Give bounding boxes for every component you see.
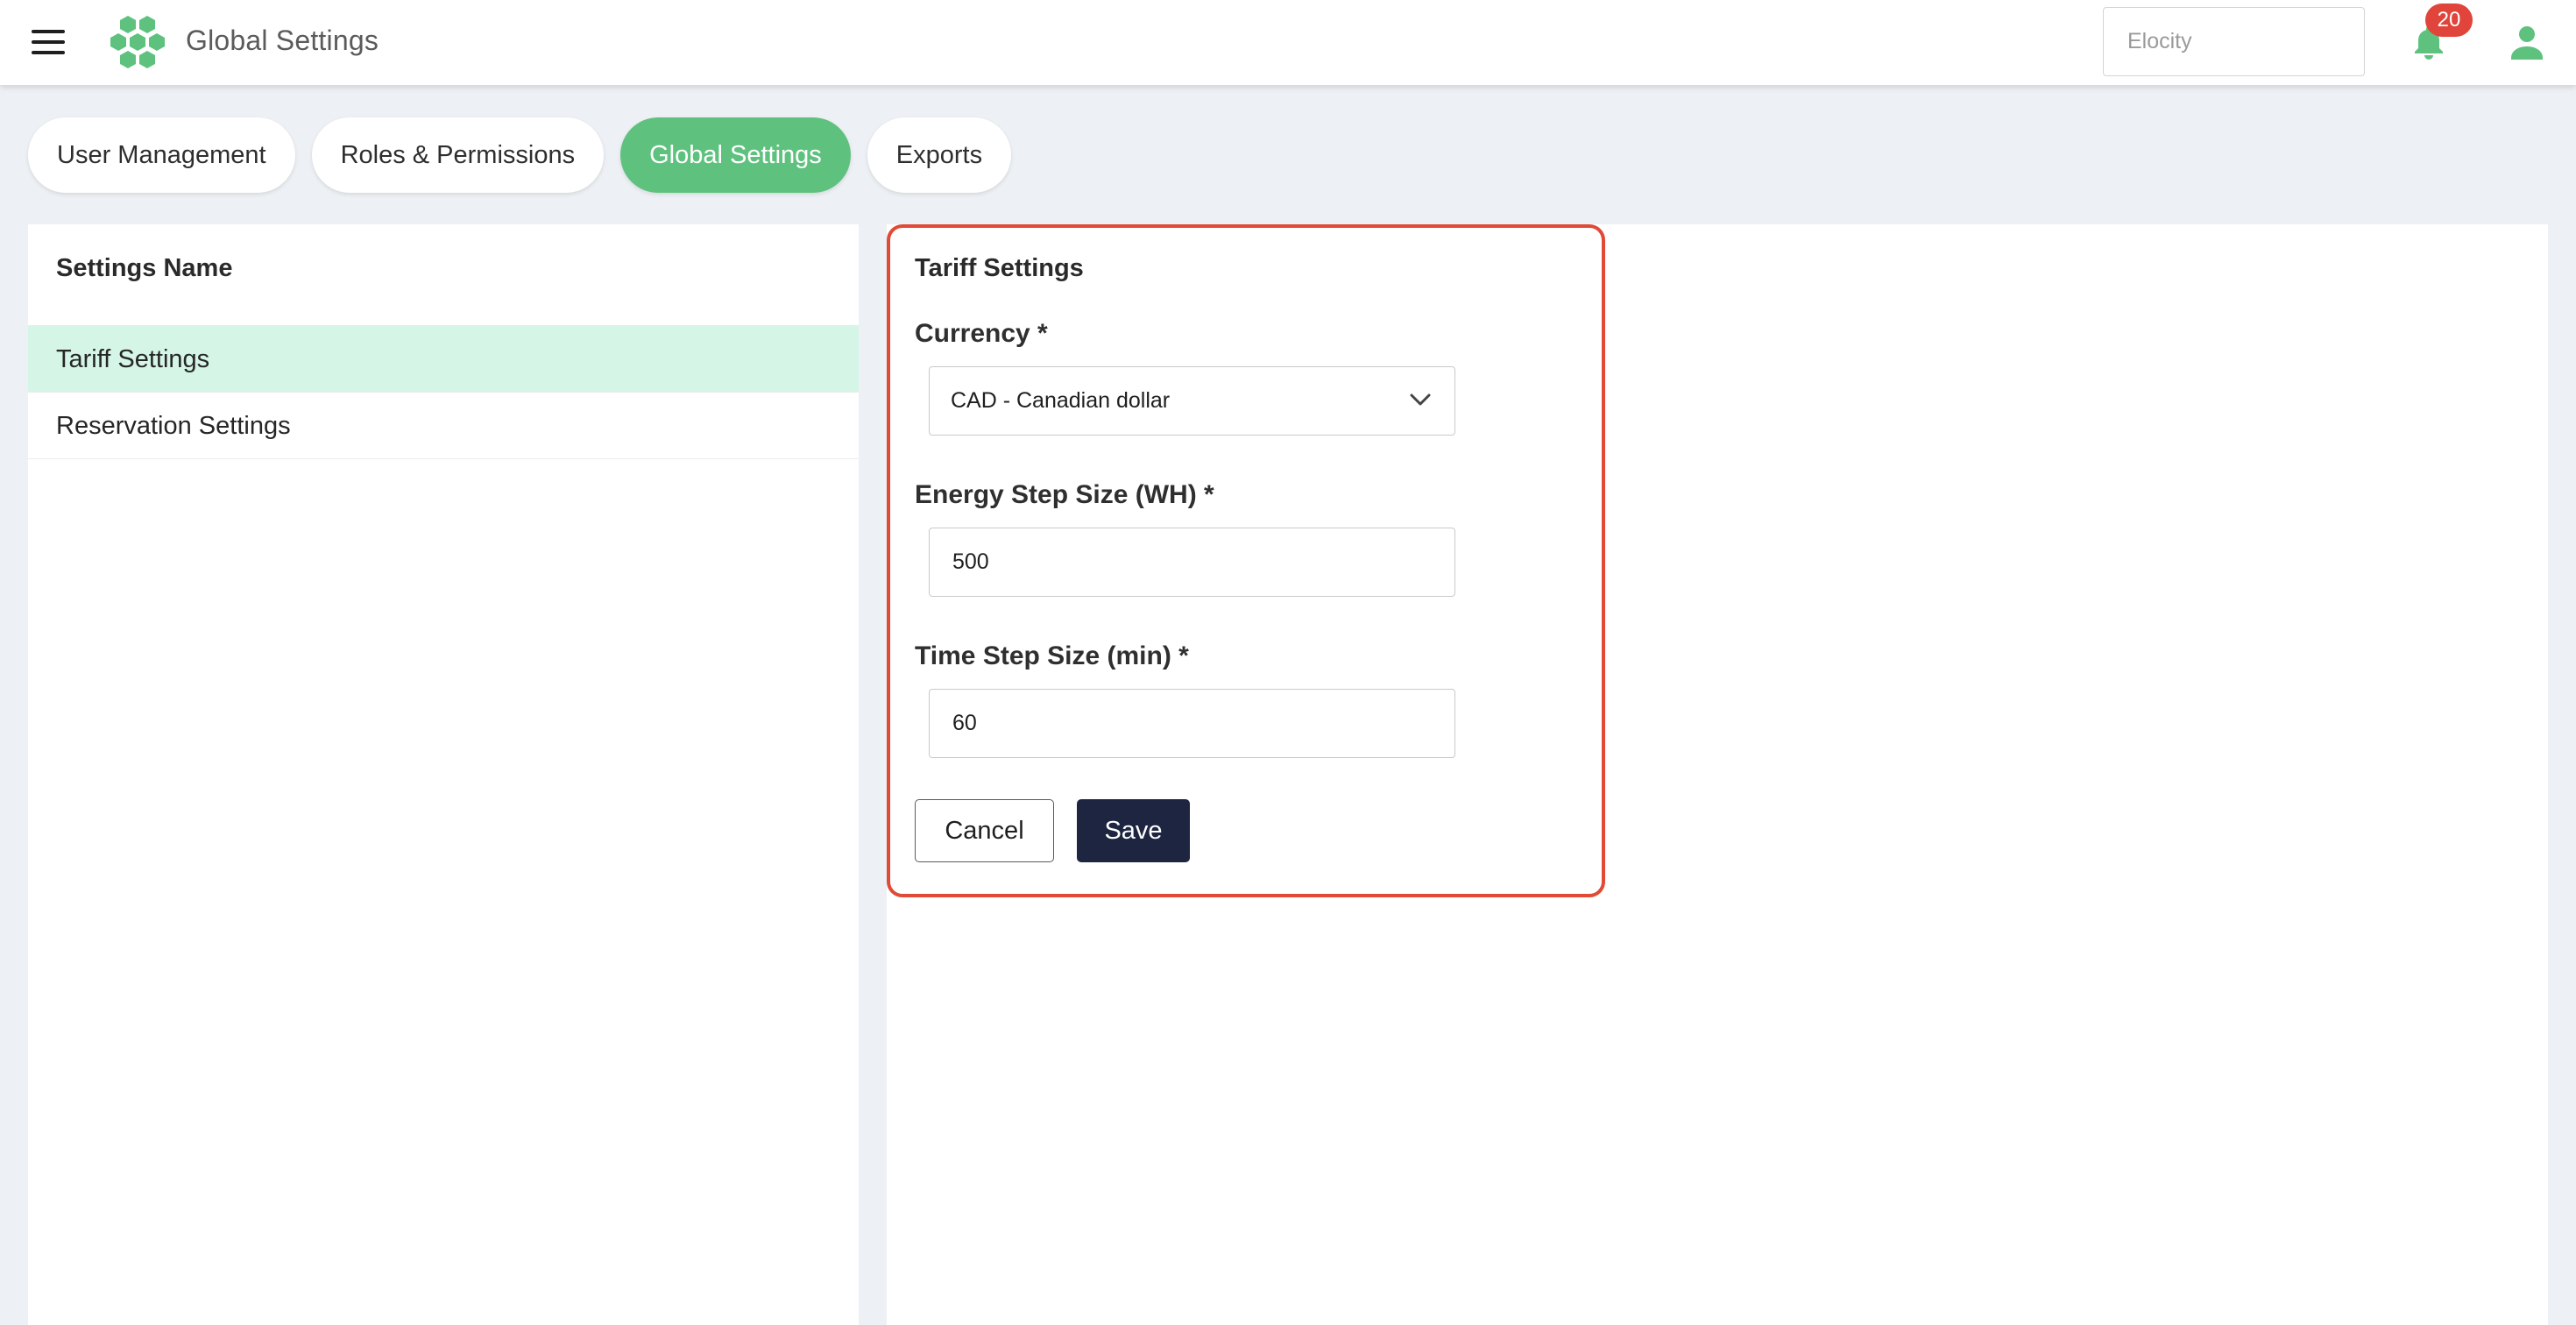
organization-input[interactable] xyxy=(2103,7,2365,76)
menu-icon[interactable] xyxy=(32,30,65,54)
settings-list-header: Settings Name xyxy=(56,254,233,282)
tariff-settings-form: Tariff Settings Currency * CAD - Canadia… xyxy=(887,224,1605,897)
settings-list-panel: Settings Name Tariff Settings Reservatio… xyxy=(28,224,859,1325)
time-step-input[interactable] xyxy=(929,689,1455,758)
app-logo-icon xyxy=(110,16,165,68)
tab-roles-permissions[interactable]: Roles & Permissions xyxy=(311,117,605,193)
tab-exports[interactable]: Exports xyxy=(867,117,1012,193)
page-title: Global Settings xyxy=(186,25,379,56)
currency-label: Currency * xyxy=(915,319,1048,348)
energy-step-input[interactable] xyxy=(929,528,1455,597)
tariff-settings-title: Tariff Settings xyxy=(915,254,1084,282)
cancel-button[interactable]: Cancel xyxy=(915,799,1054,862)
currency-select[interactable]: CAD - Canadian dollar xyxy=(929,366,1455,436)
time-step-label: Time Step Size (min) * xyxy=(915,641,1189,670)
settings-tabs: User Management Roles & Permissions Glob… xyxy=(28,117,1012,193)
tab-global-settings[interactable]: Global Settings xyxy=(620,117,851,193)
notification-badge: 20 xyxy=(2425,4,2473,37)
settings-item-tariff[interactable]: Tariff Settings xyxy=(28,326,859,393)
currency-selected-value: CAD - Canadian dollar xyxy=(951,388,1171,413)
save-button[interactable]: Save xyxy=(1077,799,1190,862)
settings-item-reservation[interactable]: Reservation Settings xyxy=(28,393,859,459)
tab-user-management[interactable]: User Management xyxy=(28,117,295,193)
energy-step-label: Energy Step Size (WH) * xyxy=(915,480,1214,509)
chevron-down-icon xyxy=(1410,393,1431,406)
top-bar: Global Settings 20 xyxy=(0,0,2576,85)
user-account-icon[interactable] xyxy=(2510,25,2544,60)
